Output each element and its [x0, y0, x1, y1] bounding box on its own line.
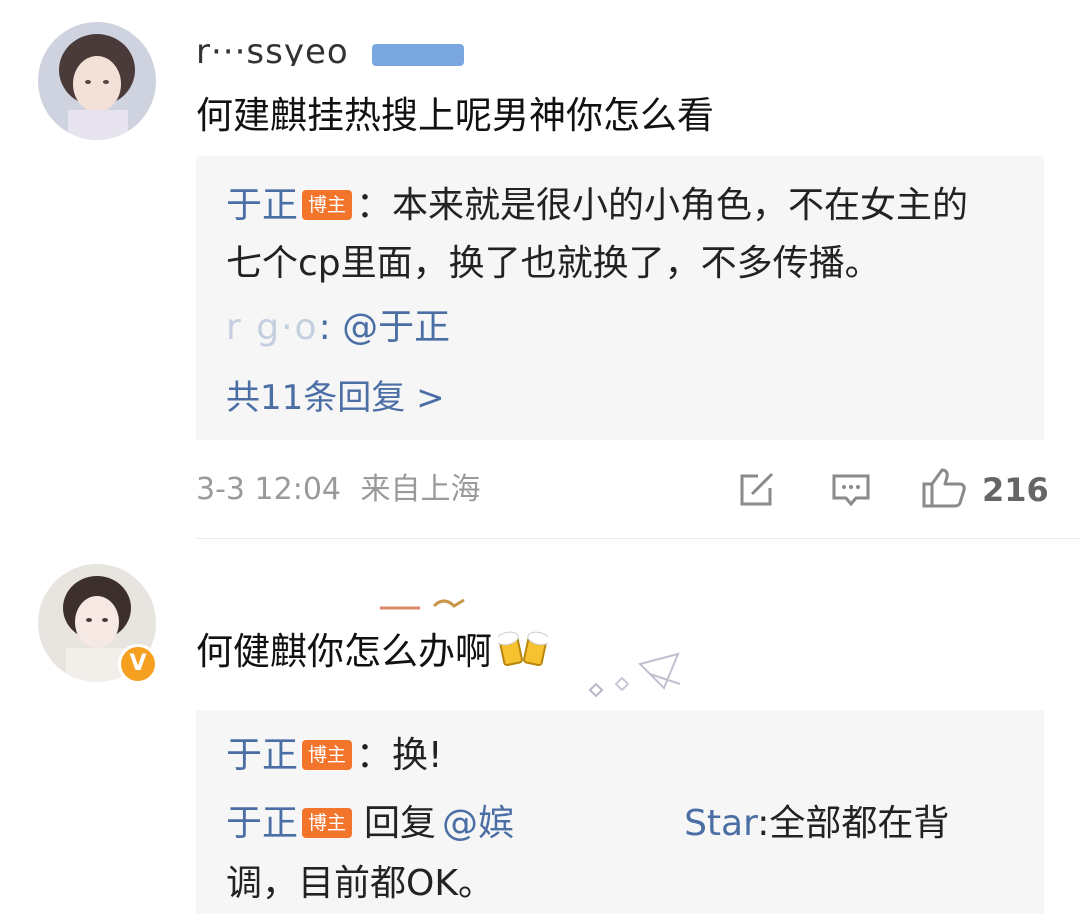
reply-text-continued: 七个cp里面，换了也就换了，不多传播。	[226, 236, 881, 292]
blurred-username-area	[220, 584, 480, 614]
reply-separator: ：	[356, 185, 393, 226]
reply-author-blurred[interactable]: r g·o	[226, 300, 319, 356]
reply-text: 调，目前都OK。	[226, 863, 494, 904]
mention-link[interactable]: @于正	[342, 307, 450, 348]
reply-item[interactable]: 于正 博主 ：本来就是很小的小角色，不在女主的	[226, 178, 968, 234]
share-icon[interactable]	[736, 470, 778, 510]
reply-separator: :	[757, 803, 770, 844]
reply-text: 换!	[392, 735, 443, 776]
comment-text: 何建麒挂热搜上呢男神你怎么看	[196, 94, 714, 137]
reply-text: 七个cp里面，换了也就换了，不多传播。	[226, 243, 881, 284]
reply-author[interactable]: 于正	[226, 735, 298, 776]
more-replies-link[interactable]: 共11条回复 >	[226, 370, 445, 426]
reply-item[interactable]: 于正 博主 回复 @嫔 Star:全部都在背	[226, 796, 949, 852]
comment-1: r···ssyeo 何建麒挂热搜上呢男神你怎么看 于正 博主 ：本来就是很小的小角色…	[0, 0, 1080, 540]
star-doodle-icon	[580, 644, 690, 714]
comment-meta: 3-3 12:04 来自上海	[196, 468, 481, 512]
reply-item[interactable]: 于正 博主 ：换!	[226, 728, 442, 784]
reply-separator: ：	[356, 735, 393, 776]
thumbs-up-icon[interactable]	[920, 466, 968, 510]
reply-text: 本来就是很小的小角色，不在女主的	[392, 185, 969, 226]
like-count: 216	[982, 471, 1049, 509]
username[interactable]: r···ssyeo	[196, 32, 349, 66]
comment-text-body: 何健麒你怎么办啊	[196, 630, 492, 673]
blogger-badge: 博主	[302, 808, 353, 838]
comment-2: V 何健麒你怎么办啊 于正 博主 ：换! 于正 博主 回复 @嫔 Star:全部…	[0, 540, 1080, 914]
verified-icon: V	[118, 644, 158, 684]
vip-badge	[372, 44, 464, 66]
reply-word: 回复	[364, 803, 437, 844]
beer-cheers-icon	[495, 626, 551, 686]
mention-suffix: Star	[684, 803, 758, 844]
reply-author[interactable]: 于正	[226, 185, 298, 226]
reply-separator: :	[318, 307, 343, 348]
reply-author[interactable]: 于正	[226, 803, 298, 844]
mention-prefix: @嫔	[442, 803, 515, 844]
username-text: r···ssyeo	[196, 32, 349, 66]
avatar[interactable]	[38, 22, 156, 140]
comment-text: 何健麒你怎么办啊	[196, 624, 551, 686]
reply-text: 全部都在背	[769, 803, 950, 844]
reply-text-continued: 调，目前都OK。	[226, 856, 494, 912]
reply-box[interactable]: 于正 博主 ：换! 于正 博主 回复 @嫔 Star:全部都在背 调，目前都OK。	[196, 710, 1044, 914]
blogger-badge: 博主	[302, 190, 353, 220]
location: 来自上海	[360, 472, 481, 507]
reply-item[interactable]: r g·o: @于正	[226, 300, 450, 356]
comment-icon[interactable]	[830, 472, 872, 510]
timestamp: 3-3 12:04	[196, 472, 341, 507]
blogger-badge: 博主	[302, 740, 353, 770]
divider	[196, 538, 1080, 539]
mention-link[interactable]: @嫔 Star	[442, 803, 757, 844]
reply-box[interactable]: 于正 博主 ：本来就是很小的小角色，不在女主的 七个cp里面，换了也就换了，不多传播…	[196, 156, 1044, 440]
